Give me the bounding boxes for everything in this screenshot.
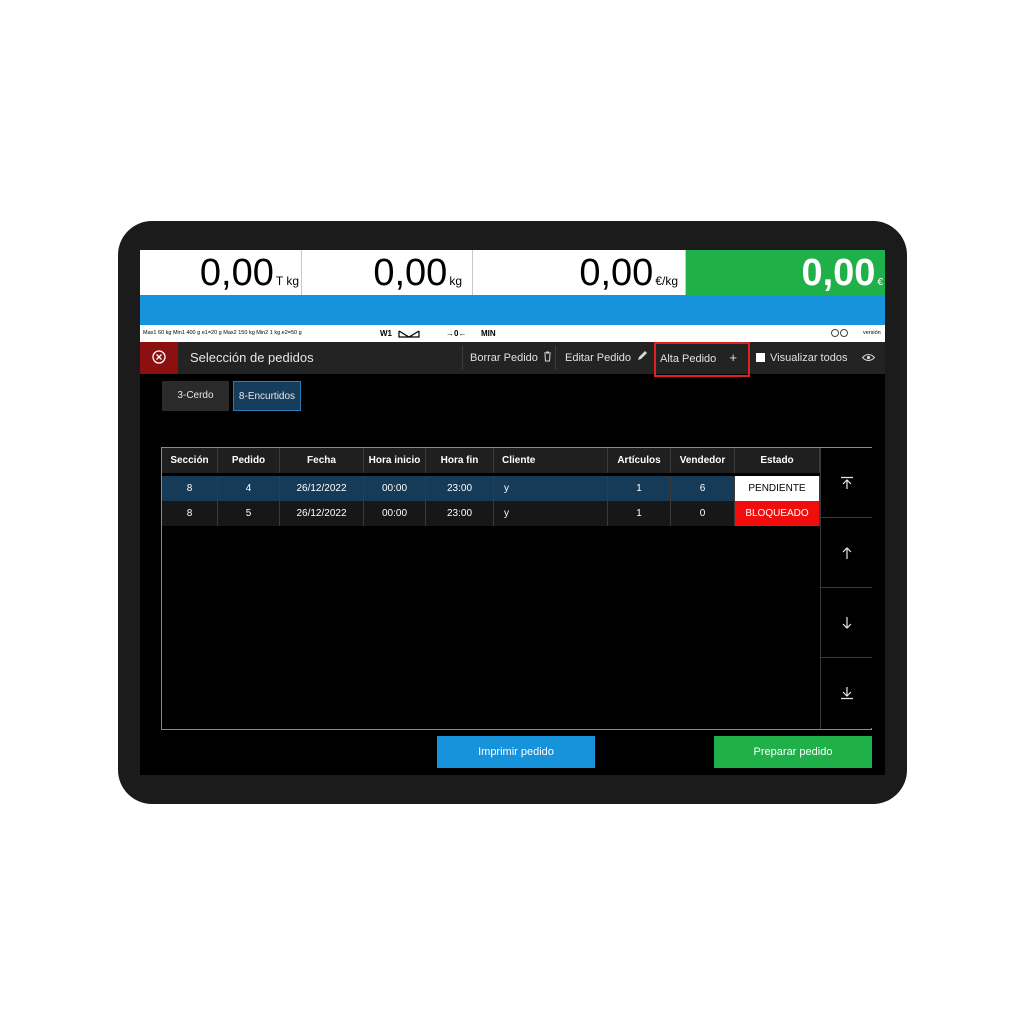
scroll-top-button[interactable] [821,448,872,518]
close-circle-icon [152,350,166,364]
borrar-pedido-label: Borrar Pedido [470,352,538,364]
table-row[interactable]: 8 5 26/12/2022 00:00 23:00 y 1 0 BLOQUEA… [162,501,820,526]
table-row[interactable]: 8 4 26/12/2022 00:00 23:00 y 1 6 PENDIEN… [162,476,820,501]
table-cell: 00:00 [364,476,426,501]
eye-icon [861,354,876,361]
table-cell: 0 [671,501,735,526]
table-cell: y [494,476,608,501]
eye-button[interactable] [861,342,876,374]
column-header: Pedido [218,448,280,473]
arrow-up-icon [842,546,851,559]
total-display: 0,00 € [686,250,885,295]
price-value: 0,00 [579,252,654,294]
orders-table: Sección Pedido Fecha Hora inicio Hora fi… [161,447,872,730]
pencil-icon [638,351,648,360]
status-badge: PENDIENTE [735,476,820,501]
column-header: Estado [735,448,820,473]
editar-pedido-button[interactable]: Editar Pedido [565,342,648,374]
visualizar-checkbox[interactable] [756,353,765,362]
weight-unit: kg [449,274,462,288]
tare-display: 0,00 T kg [140,250,302,295]
column-header: Hora fin [426,448,494,473]
column-header: Hora inicio [364,448,426,473]
table-cell: 26/12/2022 [280,501,364,526]
toolbar-divider [462,346,463,370]
visualizar-label: Visualizar todos [770,352,848,364]
connection-icon [830,328,850,338]
column-header: Fecha [280,448,364,473]
table-cell: 8 [162,501,218,526]
status-band [140,295,885,325]
table-cell: 1 [608,501,671,526]
scroll-top-icon [840,476,853,489]
weight-display: 0,00 T kg 0,00 kg 0,00 €/kg 0,00 € [140,250,885,295]
table-cell: 6 [671,476,735,501]
scale-info-strip: Max1 60 kg Min1 400 g e1=20 g Max2 150 k… [140,325,885,342]
version-label: versión [863,330,881,336]
section-tab-encurtidos[interactable]: 8-Encurtidos [233,381,301,411]
section-tab-cerdo[interactable]: 3-Cerdo [162,381,229,411]
page-title: Selección de pedidos [190,350,314,365]
editar-pedido-label: Editar Pedido [565,352,632,364]
table-scroll-controls [820,448,872,729]
column-header: Artículos [608,448,671,473]
total-unit: € [877,277,883,288]
scale-limits: Max1 60 kg Min1 400 g e1=20 g Max2 150 k… [143,330,302,336]
trash-icon [543,351,551,362]
alta-pedido-highlight [654,342,750,377]
table-cell: 1 [608,476,671,501]
weight-value: 0,00 [373,252,448,294]
price-unit: €/kg [655,274,678,288]
table-cell: 26/12/2022 [280,476,364,501]
imprimir-pedido-button[interactable]: Imprimir pedido [437,736,595,768]
close-button[interactable] [140,342,178,374]
table-cell: y [494,501,608,526]
table-cell: 23:00 [426,476,494,501]
table-cell: 23:00 [426,501,494,526]
w1-indicator: W1 [380,329,392,338]
app-screen: 0,00 T kg 0,00 kg 0,00 €/kg 0,00 € Max1 60 k… [140,250,885,775]
scroll-bottom-button[interactable] [821,658,872,728]
tare-unit: T kg [275,274,299,288]
tare-value: 0,00 [199,252,274,294]
toolbar: Selección de pedidos Borrar Pedido Edita… [140,342,885,374]
level-icon [398,329,420,338]
preparar-pedido-button[interactable]: Preparar pedido [714,736,872,768]
min-indicator: MIN [481,329,496,338]
table-cell: 4 [218,476,280,501]
total-value: 0,00 [801,252,876,294]
table-cell: 8 [162,476,218,501]
toolbar-divider [555,346,556,370]
column-header: Vendedor [671,448,735,473]
scroll-up-button[interactable] [821,518,872,588]
borrar-pedido-button[interactable]: Borrar Pedido [470,342,552,374]
table-cell: 5 [218,501,280,526]
status-badge: BLOQUEADO [735,501,820,526]
visualizar-todos-toggle[interactable]: Visualizar todos [756,342,847,374]
price-display: 0,00 €/kg [473,250,686,295]
table-cell: 00:00 [364,501,426,526]
scroll-bottom-icon [840,686,853,699]
weight-display-kg: 0,00 kg [302,250,473,295]
column-header: Sección [162,448,218,473]
scroll-down-button[interactable] [821,588,872,658]
column-header: Cliente [494,448,608,473]
zero-indicator: →0← [446,329,467,338]
arrow-down-icon [842,616,851,629]
